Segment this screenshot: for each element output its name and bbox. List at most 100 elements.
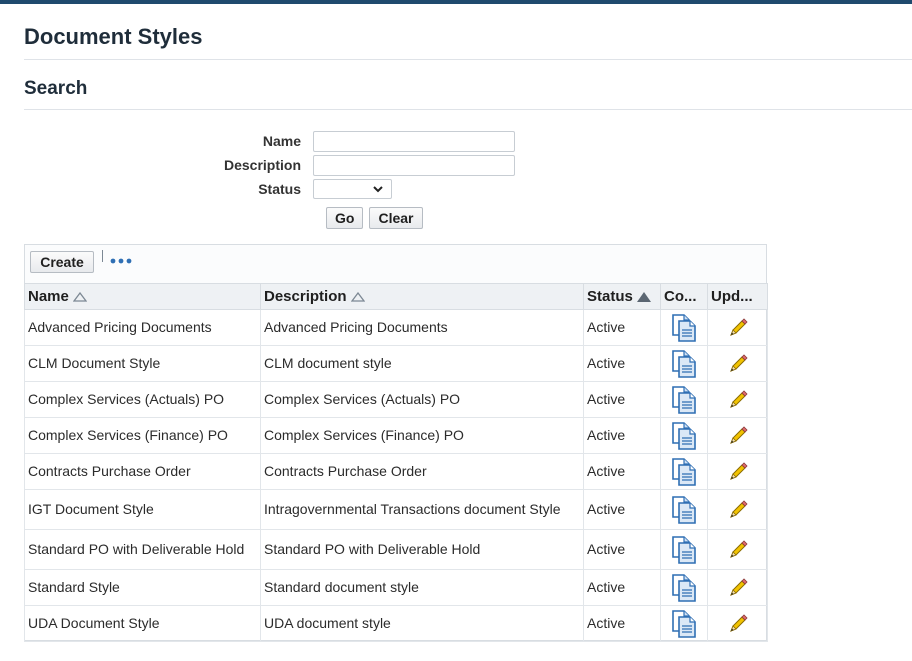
document-styles-table: Name Description Status Co... Upd... Adv… (24, 283, 768, 642)
table-row: UDA Document Style UDA document style Acti… (24, 605, 768, 642)
cell-name: UDA Document Style (24, 605, 261, 642)
cell-status: Active (583, 309, 661, 346)
cell-status: Active (583, 345, 661, 382)
cell-description: UDA document style (260, 605, 584, 642)
status-select[interactable] (313, 179, 392, 199)
cell-update[interactable] (707, 529, 768, 570)
duplicate-icon[interactable] (669, 385, 699, 415)
column-header-description[interactable]: Description (260, 283, 584, 310)
go-button[interactable]: Go (326, 207, 363, 229)
table-row: CLM Document Style CLM document style Acti… (24, 345, 768, 382)
cell-update[interactable] (707, 489, 768, 530)
duplicate-icon[interactable] (669, 349, 699, 379)
pencil-icon[interactable] (727, 389, 749, 411)
create-button[interactable]: Create (30, 251, 94, 273)
clear-button[interactable]: Clear (369, 207, 423, 229)
sort-ascending-filled-icon[interactable] (636, 292, 651, 303)
duplicate-icon[interactable] (669, 573, 699, 603)
table-row: Standard PO with Deliverable Hold Standar… (24, 529, 768, 570)
cell-description: Advanced Pricing Documents (260, 309, 584, 346)
table-row: Contracts Purchase Order Contracts Purcha… (24, 453, 768, 490)
name-label: Name (262, 133, 301, 149)
cell-name: Contracts Purchase Order (24, 453, 261, 490)
pencil-icon[interactable] (727, 613, 749, 635)
duplicate-icon[interactable] (669, 609, 699, 639)
cell-status: Active (583, 605, 661, 642)
duplicate-icon[interactable] (669, 495, 699, 525)
cell-description: Contracts Purchase Order (260, 453, 584, 490)
duplicate-icon[interactable] (669, 421, 699, 451)
cell-name: IGT Document Style (24, 489, 261, 530)
cell-copy[interactable] (660, 345, 708, 382)
cell-update[interactable] (707, 453, 768, 490)
table-row: Complex Services (Finance) PO Complex Ser… (24, 417, 768, 454)
cell-copy[interactable] (660, 529, 708, 570)
cell-update[interactable] (707, 381, 768, 418)
cell-update[interactable] (707, 569, 768, 606)
cell-copy[interactable] (660, 453, 708, 490)
cell-description: Standard PO with Deliverable Hold (260, 529, 584, 570)
sort-ascending-outline-icon[interactable] (72, 292, 87, 302)
cell-update[interactable] (707, 309, 768, 346)
sort-ascending-outline-icon[interactable] (350, 292, 365, 302)
results-toolbar (24, 244, 767, 283)
column-header-name[interactable]: Name (24, 283, 261, 310)
more-horizontal-icon[interactable] (110, 256, 132, 266)
table-row: Complex Services (Actuals) PO Complex Ser… (24, 381, 768, 418)
table-row: Advanced Pricing Documents Advanced Prici… (24, 309, 768, 346)
cell-copy[interactable] (660, 417, 708, 454)
divider (24, 59, 912, 60)
cell-name: Standard PO with Deliverable Hold (24, 529, 261, 570)
cell-name: CLM Document Style (24, 345, 261, 382)
pencil-icon[interactable] (727, 425, 749, 447)
column-header-label: Status (587, 288, 633, 305)
cell-name: Complex Services (Actuals) PO (24, 381, 261, 418)
table-row: IGT Document Style Intragovernmental Tran… (24, 489, 768, 530)
cell-status: Active (583, 381, 661, 418)
pencil-icon[interactable] (727, 577, 749, 599)
cell-description: Intragovernmental Transactions document … (260, 489, 584, 530)
cell-status: Active (583, 453, 661, 490)
search-section-title: Search (24, 78, 88, 99)
page-title: Document Styles (24, 24, 203, 49)
pencil-icon[interactable] (727, 317, 749, 339)
cell-status: Active (583, 529, 661, 570)
status-label: Status (258, 181, 301, 197)
cell-copy[interactable] (660, 605, 708, 642)
cell-status: Active (583, 489, 661, 530)
cell-update[interactable] (707, 345, 768, 382)
cell-copy[interactable] (660, 569, 708, 606)
duplicate-icon[interactable] (669, 313, 699, 343)
toolbar-separator (102, 250, 103, 262)
column-header-copy[interactable]: Co... (660, 283, 708, 310)
cell-update[interactable] (707, 605, 768, 642)
top-brand-bar (0, 0, 912, 4)
pencil-icon[interactable] (727, 539, 749, 561)
cell-name: Standard Style (24, 569, 261, 606)
cell-copy[interactable] (660, 309, 708, 346)
cell-update[interactable] (707, 417, 768, 454)
duplicate-icon[interactable] (669, 457, 699, 487)
column-header-label: Name (28, 288, 69, 305)
chevron-down-icon (373, 186, 383, 193)
cell-description: Complex Services (Finance) PO (260, 417, 584, 454)
column-header-status[interactable]: Status (583, 283, 661, 310)
duplicate-icon[interactable] (669, 535, 699, 565)
cell-copy[interactable] (660, 381, 708, 418)
cell-name: Advanced Pricing Documents (24, 309, 261, 346)
cell-status: Active (583, 569, 661, 606)
pencil-icon[interactable] (727, 499, 749, 521)
description-input[interactable] (313, 155, 515, 176)
column-header-update[interactable]: Upd... (707, 283, 768, 310)
name-input[interactable] (313, 131, 515, 152)
cell-description: Standard document style (260, 569, 584, 606)
column-header-label: Description (264, 288, 347, 305)
pencil-icon[interactable] (727, 461, 749, 483)
cell-description: CLM document style (260, 345, 584, 382)
cell-name: Complex Services (Finance) PO (24, 417, 261, 454)
divider (24, 109, 912, 110)
table-row: Standard Style Standard document style Act… (24, 569, 768, 606)
cell-copy[interactable] (660, 489, 708, 530)
pencil-icon[interactable] (727, 353, 749, 375)
cell-description: Complex Services (Actuals) PO (260, 381, 584, 418)
